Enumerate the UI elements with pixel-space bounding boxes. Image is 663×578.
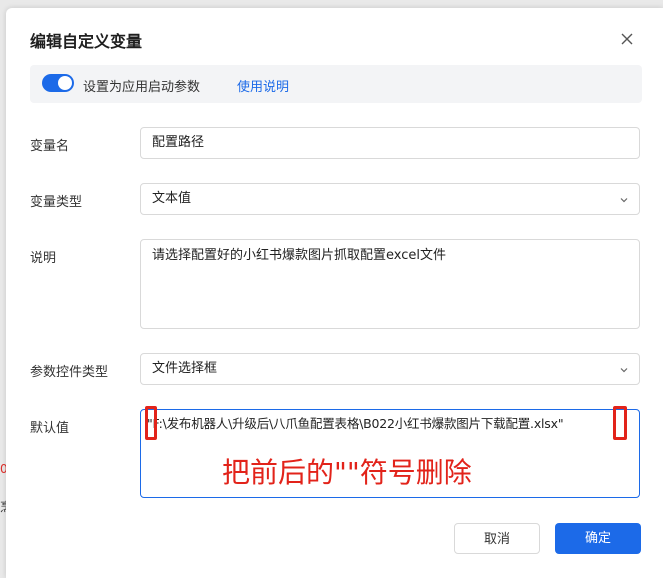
edit-variable-dialog: 编辑自定义变量 设置为应用启动参数 使用说明 变量名 配置路径 变量类型 文本值…	[6, 8, 663, 578]
chevron-down-icon	[620, 198, 628, 203]
close-icon[interactable]	[618, 30, 636, 48]
var-type-value: 文本值	[152, 191, 192, 206]
annotation-highlight-right	[613, 406, 627, 440]
cancel-button[interactable]: 取消	[454, 523, 540, 554]
description-label: 说明	[30, 251, 57, 266]
ok-button[interactable]: 确定	[555, 523, 641, 554]
default-value-text: "F:\发布机器人\升级后\八爪鱼配置表格\B022小红书爆款图片下载配置.xl…	[147, 416, 564, 431]
var-name-label: 变量名	[30, 139, 70, 154]
toggle-knob	[58, 76, 72, 90]
chevron-down-icon	[620, 368, 628, 373]
startup-param-banner: 设置为应用启动参数 使用说明	[30, 65, 642, 103]
control-type-value: 文件选择框	[152, 361, 218, 376]
annotation-text: 把前后的""符号删除	[222, 456, 472, 489]
default-value-label: 默认值	[30, 421, 70, 436]
var-type-select[interactable]: 文本值	[140, 183, 640, 215]
var-type-label: 变量类型	[30, 195, 83, 210]
annotation-highlight-left	[145, 406, 157, 440]
control-type-label: 参数控件类型	[30, 365, 109, 380]
control-type-select[interactable]: 文件选择框	[140, 353, 640, 385]
startup-param-text: 设置为应用启动参数	[83, 80, 201, 95]
usage-guide-link[interactable]: 使用说明	[237, 76, 289, 95]
var-name-input[interactable]: 配置路径	[140, 127, 640, 159]
startup-param-toggle[interactable]	[42, 74, 74, 92]
dialog-title: 编辑自定义变量	[30, 32, 143, 51]
description-textarea[interactable]: 请选择配置好的小红书爆款图片抓取配置excel文件	[140, 239, 640, 329]
